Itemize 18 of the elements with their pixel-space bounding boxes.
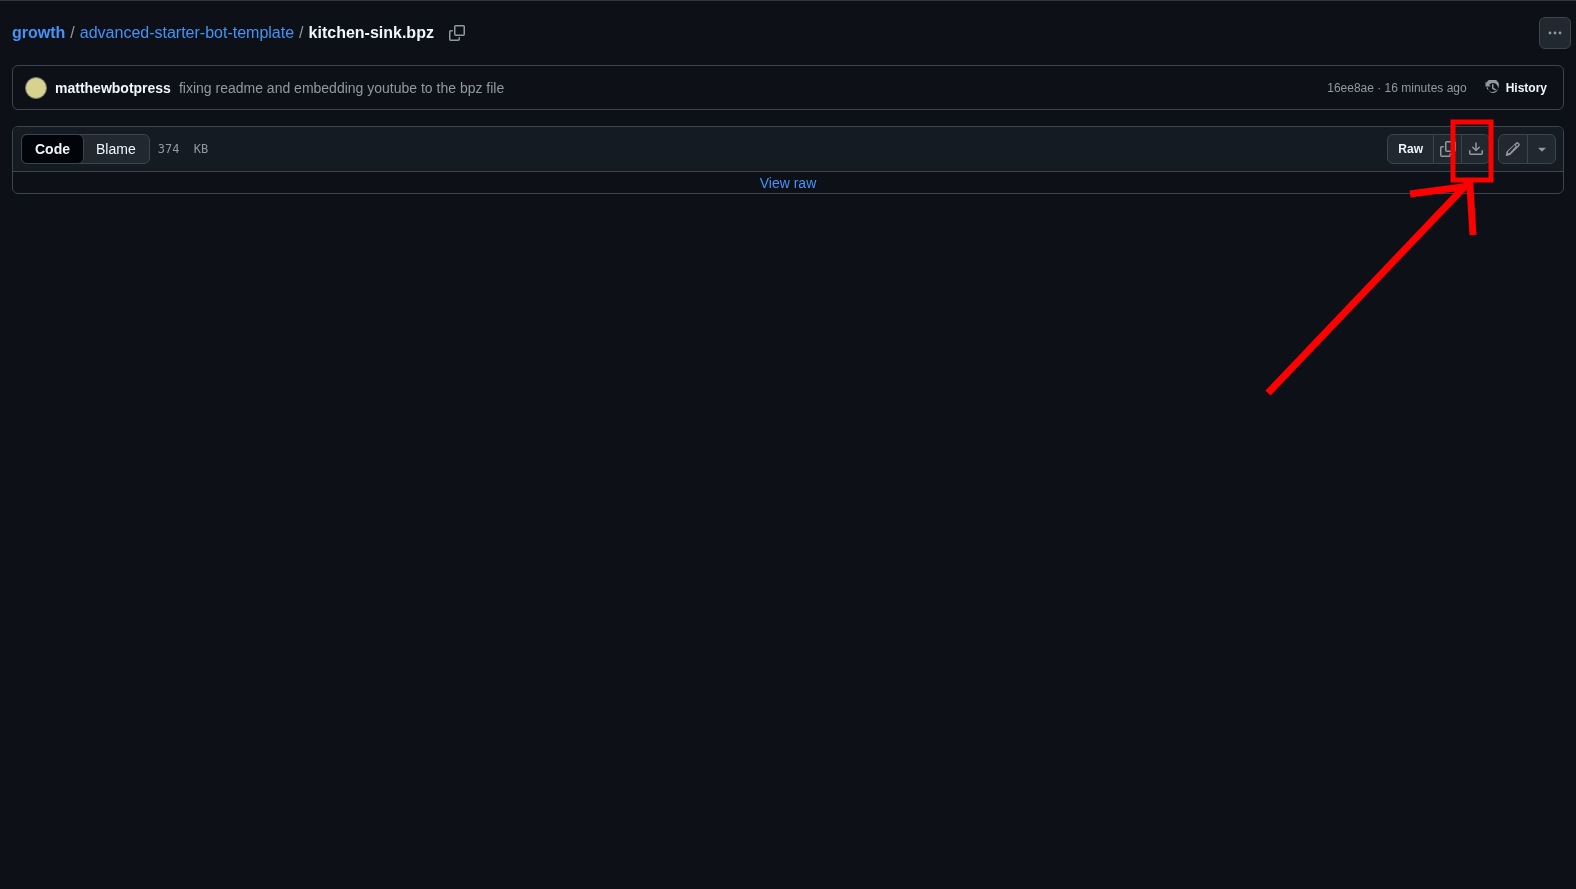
- file-size: 374 KB: [157, 142, 209, 156]
- view-raw-link[interactable]: View raw: [759, 174, 817, 191]
- view-tab[interactable]: Code: [21, 134, 84, 164]
- path-separator: /: [70, 24, 75, 42]
- clock-icon: [1484, 79, 1501, 96]
- author-link[interactable]: matthewbotpress: [55, 79, 171, 96]
- commit-meta: 16ee8ae · 16 minutes ago: [1327, 80, 1467, 95]
- path-separator: /: [299, 24, 304, 42]
- commit-message-link[interactable]: fixing readme and embedding youtube to the bpz file: [178, 79, 505, 96]
- user-avatar: [25, 76, 47, 99]
- download-icon: [1467, 141, 1484, 157]
- history-button[interactable]: History: [1484, 79, 1547, 96]
- repo-link[interactable]: advanced-starter-bot-template: [79, 24, 295, 42]
- view-tab[interactable]: Blame: [83, 135, 149, 163]
- owner-link[interactable]: growth: [12, 24, 66, 42]
- file-name: kitchen-sink.bpz: [308, 24, 434, 42]
- copy-icon[interactable]: [448, 25, 465, 41]
- pencil-icon: [1505, 141, 1521, 157]
